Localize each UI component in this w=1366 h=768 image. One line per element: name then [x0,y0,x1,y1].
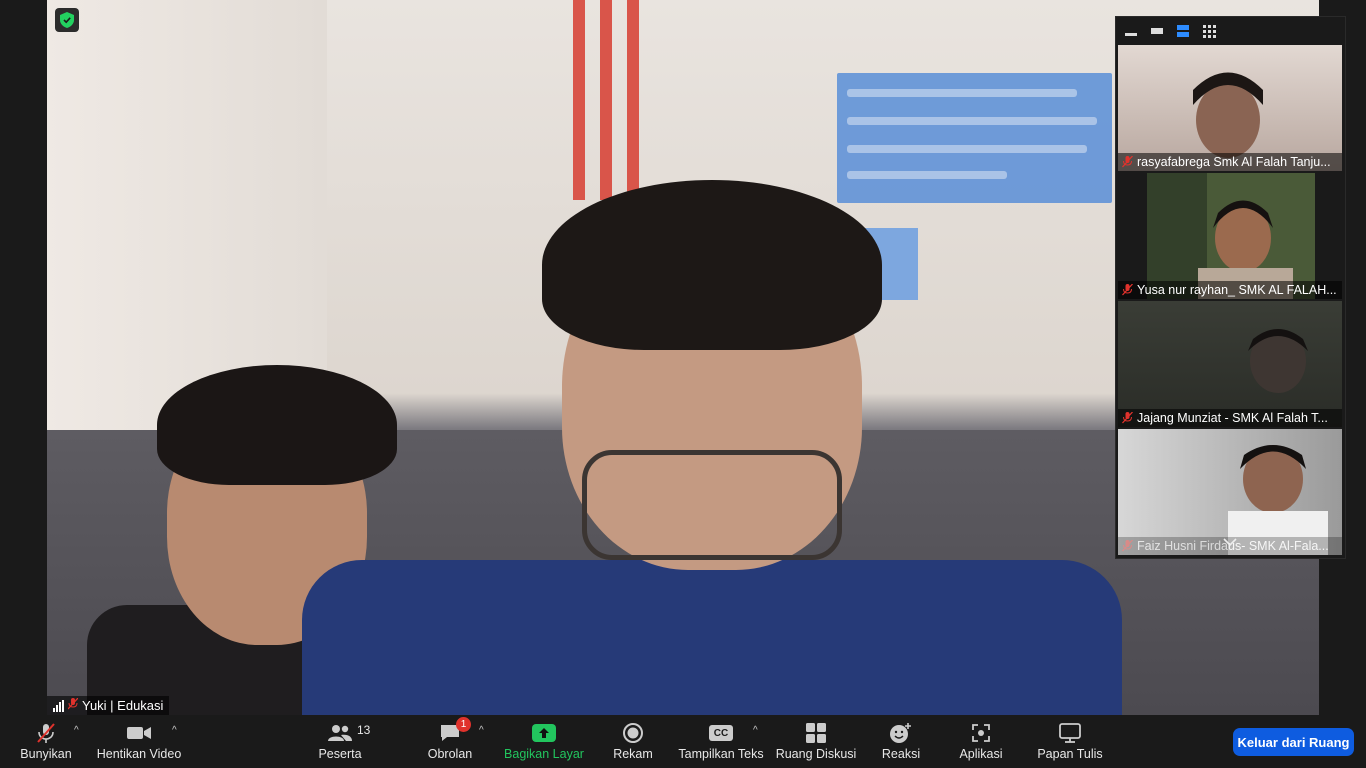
participant-name: rasyafabrega Smk Al Falah Tanju... [1137,155,1331,169]
background-pipe [627,0,639,200]
grid-view-icon[interactable] [1202,24,1216,38]
closed-captions-icon: CC [709,722,733,744]
participant-tile[interactable]: Jajang Munziat - SMK Al Falah T... [1118,301,1342,427]
share-screen-button[interactable]: Bagikan Layar [502,715,586,768]
apps-button[interactable]: Aplikasi [954,715,1008,768]
apps-icon [971,722,991,744]
participant-tile[interactable]: Yusa nur rayhan_ SMK AL FALAH... [1118,173,1342,299]
stop-video-button[interactable]: Hentikan Video [95,715,183,768]
encryption-shield-icon[interactable] [55,8,79,32]
muted-mic-icon [1122,540,1133,552]
breakout-rooms-button[interactable]: Ruang Diskusi [774,715,858,768]
minimize-icon[interactable] [1124,25,1138,37]
chat-bubble-icon: 1 [439,717,471,744]
audio-options-caret-icon[interactable]: ^ [74,725,79,736]
muted-mic-icon [1122,284,1133,296]
glasses [582,450,842,560]
muted-mic-icon [67,697,79,713]
strip-view-icon[interactable] [1176,25,1190,37]
muted-mic-icon [35,722,57,744]
video-camera-icon [126,722,152,744]
chat-unread-badge: 1 [456,717,471,732]
captions-options-caret-icon[interactable]: ^ [753,725,758,736]
whiteboard-icon [1059,722,1081,744]
participants-button[interactable]: 13 Peserta [312,715,370,768]
show-captions-button[interactable]: CC Tampilkan Teks [678,715,764,768]
video-options-caret-icon[interactable]: ^ [172,725,177,736]
muted-mic-icon [1122,156,1133,168]
view-switcher [1116,17,1345,45]
participant-count: 13 [357,723,371,737]
participant-main-figure [302,180,1122,715]
muted-mic-icon [1122,412,1133,424]
chat-button[interactable]: 1 Obrolan [422,715,478,768]
scroll-down-chevron-icon[interactable] [1223,536,1237,550]
participant-name: Yusa nur rayhan_ SMK AL FALAH... [1137,283,1337,297]
participant-tile[interactable]: rasyafabrega Smk Al Falah Tanju... [1118,45,1342,171]
participant-name: Jajang Munziat - SMK Al Falah T... [1137,411,1328,425]
speaker-name: Yuki | Edukasi [82,698,164,713]
breakout-rooms-icon [806,722,826,744]
meeting-toolbar: Bunyikan ^ Hentikan Video ^ 13 Peserta 1… [0,715,1366,768]
reactions-button[interactable]: Reaksi [876,715,926,768]
unmute-button[interactable]: Bunyikan [14,715,78,768]
signal-strength-icon [53,699,64,712]
record-icon [622,722,644,744]
chat-options-caret-icon[interactable]: ^ [479,725,484,736]
speaker-view-icon[interactable] [1150,25,1164,37]
meeting-stage: Yuki | Edukasi rasyafabrega Smk Al Falah… [0,0,1366,715]
whiteboard-button[interactable]: Papan Tulis [1036,715,1104,768]
gallery-panel: rasyafabrega Smk Al Falah Tanju... Yusa … [1115,16,1346,559]
participants-icon: 13 [327,722,370,744]
leave-room-button[interactable]: Keluar dari Ruang [1233,728,1354,756]
record-button[interactable]: Rekam [608,715,658,768]
background-pipe [573,0,585,200]
share-screen-icon [532,722,556,744]
smiley-plus-icon [889,722,913,744]
background-pipe [600,0,612,200]
speaker-name-tag: Yuki | Edukasi [47,696,170,715]
